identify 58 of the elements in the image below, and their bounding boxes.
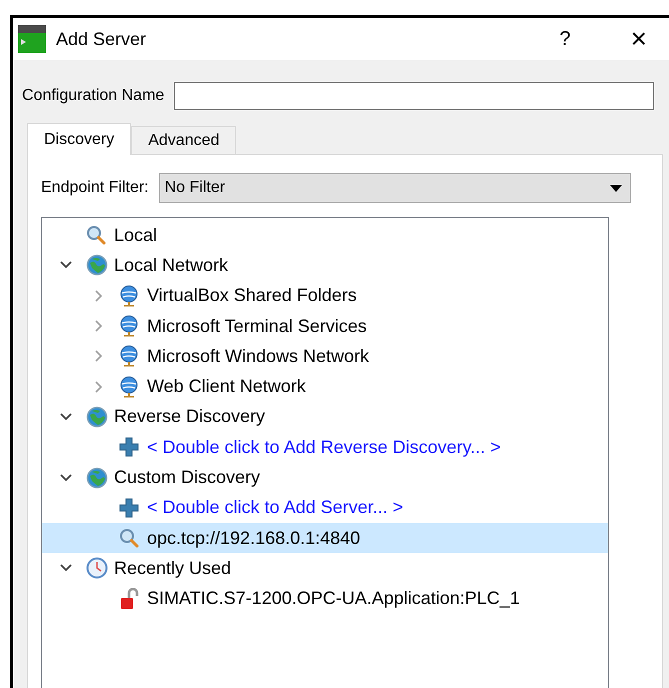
- tree-item[interactable]: Microsoft Terminal Services: [42, 310, 608, 342]
- tree-item[interactable]: Custom Discovery: [42, 462, 608, 493]
- chevron-right-icon[interactable]: [95, 290, 103, 302]
- chevron-down-icon[interactable]: [60, 261, 72, 270]
- magnifier-icon: [119, 528, 139, 548]
- globe-stand-icon: [119, 376, 139, 398]
- tree-item-label: Microsoft Windows Network: [147, 346, 370, 367]
- tree-item-label: Local Network: [114, 254, 228, 276]
- tree-item-label: Reverse Discovery: [114, 406, 266, 428]
- field-label: Endpoint Filter:: [41, 179, 149, 197]
- tree-item-label: < Double click to Add Reverse Discovery... >: [147, 436, 501, 458]
- chevron-down-icon[interactable]: [60, 474, 72, 482]
- tree-item-label: VirtualBox Shared Folders: [147, 285, 357, 306]
- tree-item-label: opc.tcp://192.168.0.1:4840: [147, 528, 360, 549]
- app-icon: [18, 25, 46, 53]
- tree-item-label: Custom Discovery: [114, 467, 260, 488]
- tree-item[interactable]: SIMATIC.S7-1200.OPC-UA.Application:PLC_1: [42, 584, 608, 614]
- tree-item[interactable]: Local: [42, 220, 608, 250]
- caret-icon: [610, 184, 622, 192]
- tab[interactable]: Advanced: [131, 126, 236, 154]
- tree-item[interactable]: Microsoft Windows Network: [42, 341, 608, 372]
- plus-icon: [119, 498, 139, 518]
- clock-icon: [86, 557, 108, 580]
- tree-item-label: SIMATIC.S7-1200.OPC-UA.Application:PLC_1: [147, 588, 520, 610]
- tab[interactable]: Discovery: [27, 123, 132, 155]
- chevron-right-icon[interactable]: [95, 350, 103, 362]
- chevron-down-icon[interactable]: [60, 564, 72, 572]
- help-button[interactable]: ?: [560, 28, 571, 50]
- tree-item[interactable]: < Double click to Add Server... >: [42, 492, 608, 523]
- globe-stand-icon: [119, 315, 139, 338]
- chevron-right-icon[interactable]: [95, 320, 103, 332]
- tree-item-label: Recently Used: [114, 558, 232, 579]
- tree-item[interactable]: Local Network: [42, 250, 608, 281]
- tree-item-label: Web Client Network: [147, 376, 306, 398]
- globe-icon: [86, 254, 108, 276]
- tree-item-label: < Double click to Add Server... >: [147, 497, 404, 518]
- input-field[interactable]: [174, 82, 654, 110]
- tree-item-label: Local: [114, 224, 158, 246]
- globe-icon: [86, 406, 108, 428]
- chevron-down-icon[interactable]: [60, 412, 72, 421]
- globe-icon: [86, 466, 108, 489]
- tree-item[interactable]: VirtualBox Shared Folders: [42, 280, 608, 311]
- tree-item[interactable]: Recently Used: [42, 553, 608, 584]
- tree-item[interactable]: < Double click to Add Reverse Discovery... >: [42, 432, 608, 462]
- magnifier-icon: [86, 225, 106, 246]
- chevron-right-icon[interactable]: [95, 380, 103, 393]
- tree-item[interactable]: Web Client Network: [42, 371, 608, 402]
- field-label: Configuration Name: [22, 87, 164, 105]
- globe-stand-icon: [119, 345, 139, 368]
- close-button[interactable]: ×: [630, 23, 647, 55]
- globe-stand-icon: [119, 284, 139, 307]
- tree-item[interactable]: opc.tcp://192.168.0.1:4840: [42, 522, 608, 554]
- open-padlock-icon: [119, 588, 139, 610]
- tree-item-label: Microsoft Terminal Services: [147, 316, 367, 337]
- plus-icon: [119, 437, 139, 458]
- tree-item[interactable]: Reverse Discovery: [42, 402, 608, 432]
- dropdown[interactable]: No Filter: [158, 173, 631, 203]
- window-title: Add Server: [56, 28, 148, 50]
